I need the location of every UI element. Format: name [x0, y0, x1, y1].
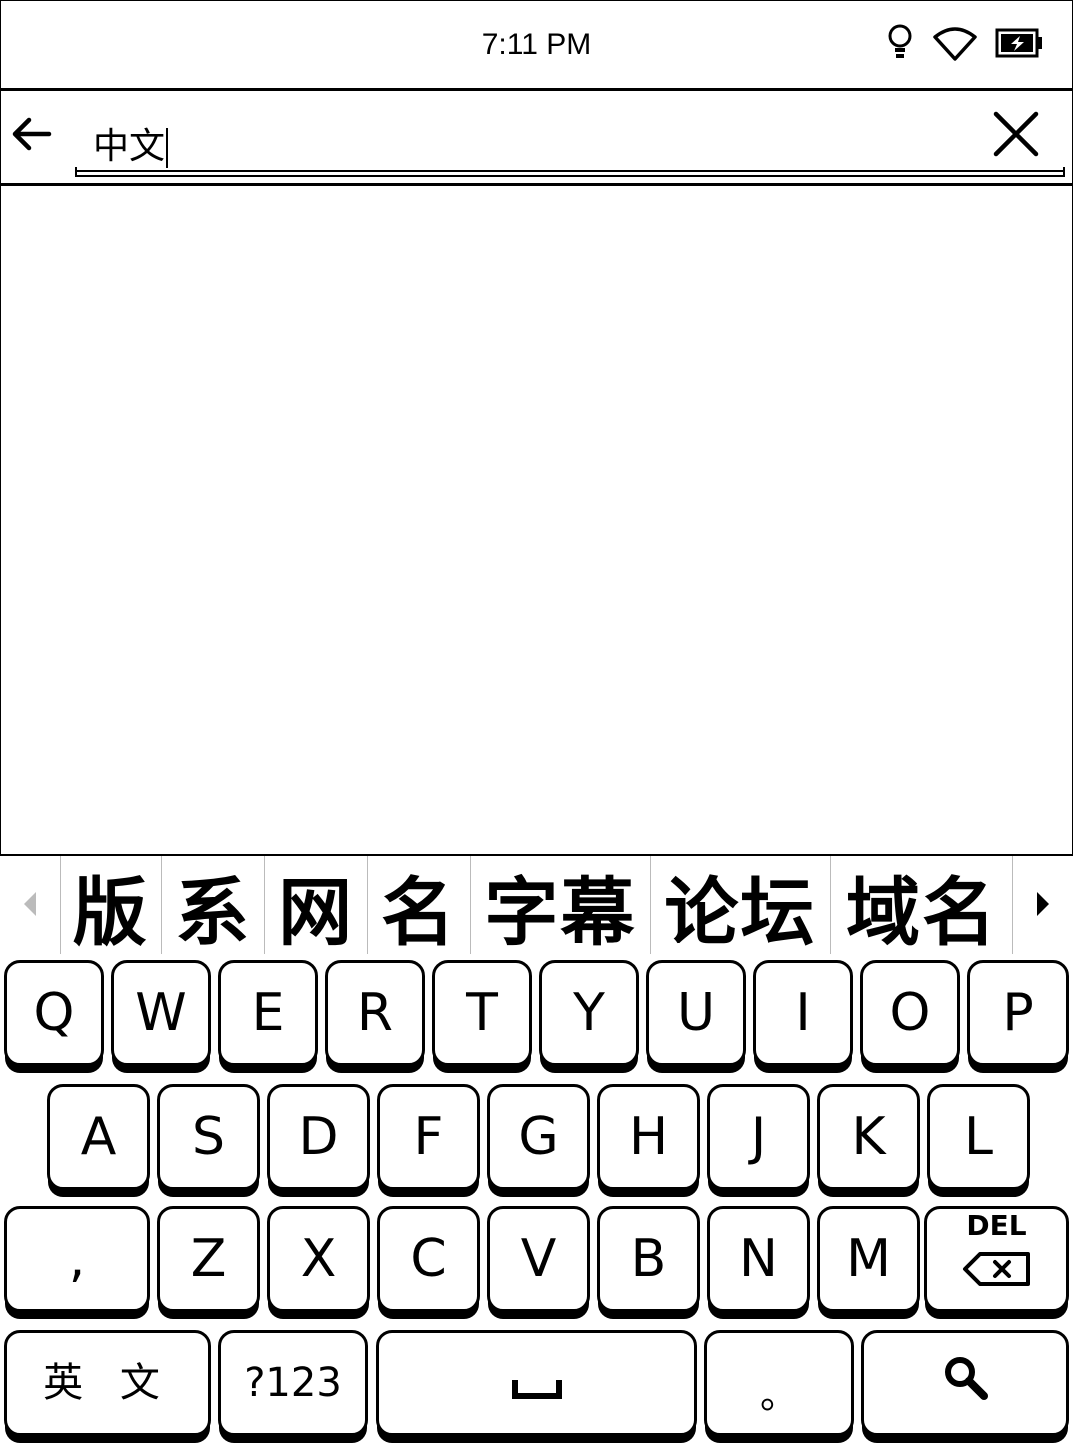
key-q[interactable]: Q	[4, 960, 104, 1066]
key-p[interactable]: P	[967, 960, 1069, 1066]
key-label: N	[739, 1229, 778, 1289]
key-k[interactable]: K	[817, 1084, 920, 1190]
clear-search-button[interactable]	[991, 111, 1041, 161]
key-label: M	[846, 1229, 891, 1289]
key-label: J	[750, 1107, 767, 1167]
key-l[interactable]: L	[927, 1084, 1030, 1190]
search-icon	[941, 1353, 989, 1414]
candidate-item[interactable]: 论坛	[651, 856, 831, 956]
on-screen-keyboard: Q W E R T Y U I O P A S D F G H J K L , …	[0, 954, 1073, 1449]
search-query-text: 中文	[93, 126, 166, 167]
key-label: O	[889, 983, 931, 1043]
key-label: E	[251, 983, 285, 1043]
candidate-bar: 版 系 网 名 字幕 论坛 域名	[0, 854, 1073, 956]
key-n[interactable]: N	[707, 1206, 810, 1312]
delete-key-label: DEL	[966, 1209, 1027, 1242]
search-input[interactable]: 中文	[75, 105, 1065, 177]
candidate-item[interactable]: 域名	[831, 856, 1013, 956]
candidate-item[interactable]: 字幕	[471, 856, 651, 956]
triangle-right-icon	[1035, 891, 1051, 922]
key-t[interactable]: T	[432, 960, 532, 1066]
key-comma[interactable]: ,	[4, 1206, 150, 1312]
key-label: K	[851, 1107, 886, 1167]
candidate-list: 版 系 网 名 字幕 论坛 域名	[60, 856, 1013, 956]
key-label: ,	[68, 1229, 86, 1289]
key-z[interactable]: Z	[157, 1206, 260, 1312]
key-i[interactable]: I	[753, 960, 853, 1066]
key-label: U	[676, 983, 716, 1043]
key-label: D	[298, 1107, 339, 1167]
candidates-prev-button[interactable]	[0, 856, 61, 956]
key-label: Z	[190, 1229, 227, 1289]
space-key[interactable]	[376, 1330, 697, 1436]
status-bar: 7:11 PM	[0, 0, 1073, 91]
key-m[interactable]: M	[817, 1206, 920, 1312]
search-underline	[75, 167, 1065, 177]
key-label: B	[630, 1229, 667, 1289]
candidate-item[interactable]: 名	[368, 856, 471, 956]
key-label: W	[135, 983, 187, 1043]
back-button[interactable]	[6, 111, 56, 161]
status-icons	[885, 22, 1045, 68]
key-label: G	[518, 1107, 559, 1167]
delete-key[interactable]: DEL	[924, 1206, 1069, 1312]
triangle-left-icon	[22, 891, 38, 922]
key-r[interactable]: R	[325, 960, 425, 1066]
key-label: Q	[33, 983, 75, 1043]
key-label: A	[80, 1107, 117, 1167]
light-bulb-icon	[885, 23, 915, 68]
arrow-left-icon	[9, 114, 53, 159]
key-y[interactable]: Y	[539, 960, 639, 1066]
key-c[interactable]: C	[377, 1206, 480, 1312]
key-b[interactable]: B	[597, 1206, 700, 1312]
key-g[interactable]: G	[487, 1084, 590, 1190]
key-label: H	[628, 1107, 669, 1167]
key-label: 英 文	[43, 1360, 172, 1406]
candidate-item[interactable]: 系	[162, 856, 265, 956]
key-label: P	[1002, 983, 1034, 1043]
battery-charging-icon	[995, 27, 1045, 64]
period-key[interactable]: 。	[704, 1330, 854, 1436]
close-icon	[992, 110, 1040, 163]
symbols-key[interactable]: ?123	[218, 1330, 368, 1436]
search-results-area	[0, 186, 1073, 854]
key-label: T	[466, 983, 498, 1043]
candidates-next-button[interactable]	[1012, 856, 1073, 956]
key-a[interactable]: A	[47, 1084, 150, 1190]
key-label: S	[191, 1107, 225, 1167]
key-label: L	[964, 1107, 993, 1167]
key-o[interactable]: O	[860, 960, 960, 1066]
key-label: I	[795, 983, 811, 1043]
wifi-icon	[931, 23, 979, 68]
key-label: ?123	[244, 1360, 342, 1406]
key-x[interactable]: X	[267, 1206, 370, 1312]
search-bar: 中文	[0, 91, 1073, 186]
key-h[interactable]: H	[597, 1084, 700, 1190]
space-bar-icon	[511, 1353, 563, 1413]
key-w[interactable]: W	[111, 960, 211, 1066]
key-label: 。	[759, 1373, 798, 1417]
key-label: R	[356, 983, 394, 1043]
search-key[interactable]	[861, 1330, 1069, 1436]
key-label: V	[520, 1229, 557, 1289]
key-d[interactable]: D	[267, 1084, 370, 1190]
key-f[interactable]: F	[377, 1084, 480, 1190]
candidate-item[interactable]: 版	[60, 856, 163, 956]
key-v[interactable]: V	[487, 1206, 590, 1312]
key-label: X	[300, 1229, 337, 1289]
key-label: F	[413, 1107, 444, 1167]
backspace-icon	[962, 1240, 1032, 1300]
key-s[interactable]: S	[157, 1084, 260, 1190]
search-query: 中文	[93, 117, 169, 169]
text-caret	[166, 128, 169, 168]
key-u[interactable]: U	[646, 960, 746, 1066]
key-label: Y	[573, 983, 605, 1043]
key-j[interactable]: J	[707, 1084, 810, 1190]
key-label: C	[410, 1229, 447, 1289]
candidate-item[interactable]: 网	[265, 856, 369, 956]
language-switch-key[interactable]: 英 文	[4, 1330, 211, 1436]
key-e[interactable]: E	[218, 960, 318, 1066]
